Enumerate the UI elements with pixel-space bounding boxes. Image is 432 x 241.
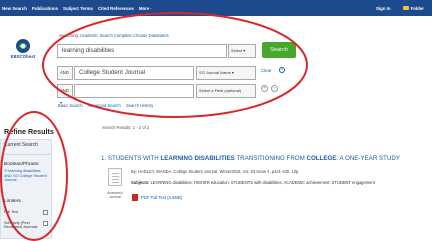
divider	[2, 154, 52, 155]
search-term-input-3[interactable]	[74, 84, 194, 98]
folder-label: Folder	[410, 5, 424, 11]
result-title-part: : A ONE-YEAR STUDY	[336, 155, 401, 162]
search-field-select-3[interactable]: Select a Field (optional)	[196, 84, 256, 98]
nav-new-search[interactable]: New Search	[2, 6, 27, 11]
result-title-part: TRANSITIONING FROM	[234, 155, 307, 162]
add-row-icon[interactable]: +	[261, 85, 268, 92]
search-mode-links: Basic Search Advanced Search Search Hist…	[58, 103, 160, 108]
pdf-size: (4.6MB)	[167, 195, 183, 200]
remove-row-icon[interactable]: −	[271, 85, 278, 92]
academic-journal-icon	[108, 168, 122, 186]
result-number: 1.	[101, 155, 107, 162]
choose-databases-link[interactable]: Choose Databases	[133, 33, 169, 38]
search-button[interactable]: Search	[262, 42, 296, 58]
search-field-select-1[interactable]: Select ▾	[228, 44, 256, 58]
searching-line: Searching: Academic Search Complete Choo…	[59, 33, 169, 38]
result-title-part: STUDENTS WITH	[107, 155, 161, 162]
search-field-select-2[interactable]: SO Journal Name ▾	[196, 66, 256, 80]
top-nav: New Search Publications Subject Terms Ci…	[2, 0, 152, 16]
nav-cited-references[interactable]: Cited References	[98, 6, 134, 11]
advanced-search-link[interactable]: Advanced Search	[88, 103, 121, 108]
limiters-heading: Limiters	[4, 199, 21, 204]
result-title-link[interactable]: 1. STUDENTS WITH LEARNING DISABILITIES T…	[101, 155, 431, 162]
ebsco-logo-text: EBSCOhost	[10, 54, 36, 59]
limiter-full-text: Full Text	[4, 210, 19, 214]
boolean-phrase-text: TI learning disabilities AND SO College …	[4, 169, 47, 182]
limiter-scholarly-checkbox[interactable]	[43, 221, 48, 226]
limiter-full-text-checkbox[interactable]	[43, 210, 48, 215]
nav-subject-terms[interactable]: Subject Terms	[63, 6, 93, 11]
folder-icon	[402, 6, 409, 11]
basic-search-link[interactable]: Basic Search	[58, 103, 83, 108]
searching-label: Searching:	[59, 33, 80, 38]
result-subjects: Subjects: LEARNING disabilities; HIGHER …	[131, 180, 427, 185]
help-icon[interactable]: ?	[279, 67, 285, 73]
database-name: Academic Search Complete	[79, 33, 132, 38]
nav-more[interactable]: More ·	[139, 6, 152, 11]
result-citation: By: HADLEY, WANDA. College Student Journ…	[131, 169, 300, 174]
pdf-full-text-link[interactable]: PDF Full Text (4.6MB)	[141, 195, 182, 200]
boolean-operator-select-2[interactable]: AND ▾	[57, 66, 73, 87]
top-right-links: Sign In Folder	[376, 0, 424, 16]
current-search-heading[interactable]: Current Search	[4, 142, 38, 148]
result-title-highlight: LEARNING DISABILITIES	[160, 155, 235, 162]
sign-in-link[interactable]: Sign In	[376, 6, 391, 11]
subjects-label: Subjects:	[131, 180, 150, 185]
clear-link[interactable]: Clear	[261, 68, 272, 73]
result-title-highlight: COLLEGE	[306, 155, 337, 162]
nav-publications[interactable]: Publications	[32, 6, 58, 11]
folder-link[interactable]: Folder	[402, 5, 424, 11]
search-history-link[interactable]: Search History ·	[126, 103, 156, 108]
ebsco-logo-mark-icon	[16, 39, 30, 53]
results-count: Search Results: 1 - 2 of 2	[102, 125, 150, 130]
subjects-text: LEARNING disabilities; HIGHER education;…	[150, 180, 375, 185]
boolean-operator-select-3[interactable]: AND ▾	[57, 84, 73, 105]
document-type-label: Academic Journal	[107, 191, 123, 199]
pdf-icon	[132, 194, 138, 201]
boolean-phrase-heading: Boolean/Phrase:	[4, 162, 40, 167]
limiter-scholarly: Scholarly (Peer Reviewed) Journals	[4, 221, 38, 230]
pdf-full-text-label: PDF Full Text	[141, 195, 167, 200]
search-term-input-2[interactable]: College Student Journal	[74, 66, 194, 80]
ebsco-logo[interactable]: EBSCOhost	[3, 38, 43, 64]
refine-results-title: Refine Results	[4, 127, 54, 136]
search-term-input-1[interactable]: learning disabilities	[57, 44, 227, 58]
